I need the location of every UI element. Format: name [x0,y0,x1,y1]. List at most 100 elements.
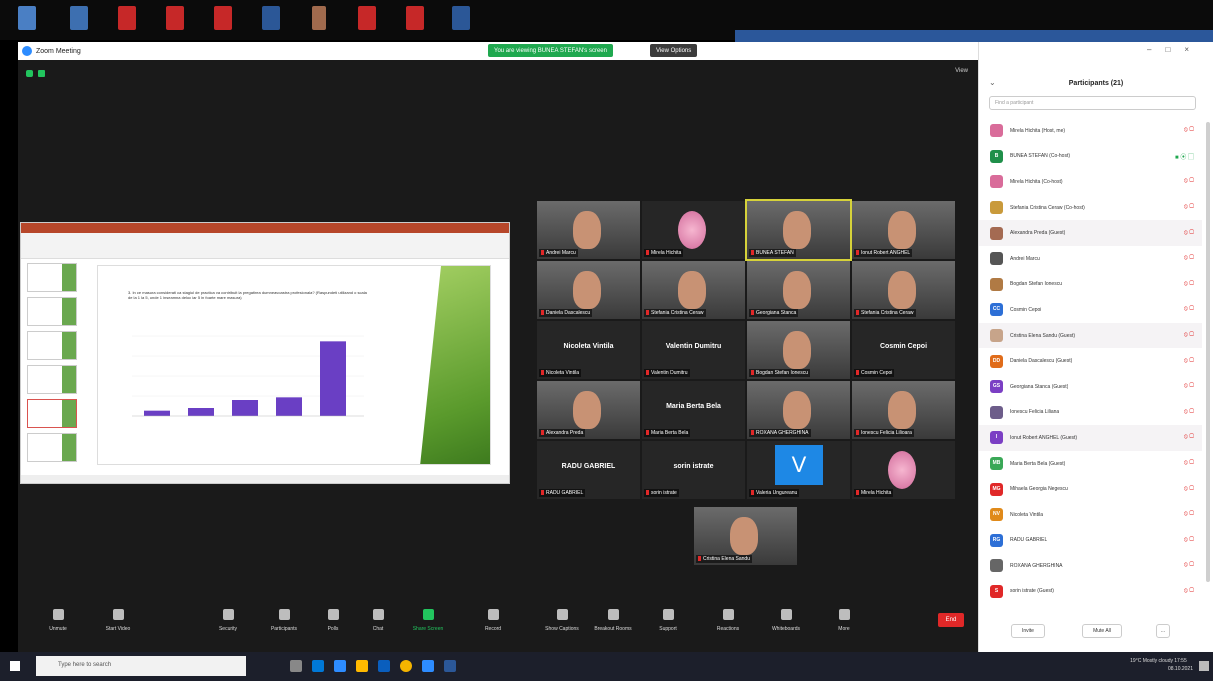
participant-video-tile[interactable]: Ionescu Felicia Lilioara [852,381,955,439]
pdf-file-icon[interactable] [118,6,136,30]
participant-video-tile[interactable]: Andrei Marcu [537,201,640,259]
participant-video-tile[interactable]: Bogdan Stefan Ionescu [747,321,850,379]
task-view-icon[interactable] [290,660,302,672]
participant-row[interactable]: Andrei Marcu ⦸ ▢ [979,246,1202,272]
participant-search-input[interactable]: Find a participant [989,96,1196,110]
toolbar-button-share-screen[interactable]: Share Screen [398,609,458,632]
participant-row[interactable]: Mirela Hichita (Co-host) ⦸ ▢ [979,169,1202,195]
share-screen-icon [422,609,434,620]
pdf-file-icon[interactable] [166,6,184,30]
participant-row[interactable]: RG RADU GABRIEL ⦸ ▢ [979,528,1202,554]
participant-video-tile[interactable]: Stefania Cristina Ceraw [852,261,955,319]
word-file-icon[interactable] [452,6,470,30]
participant-row[interactable]: Bogdan Stefan Ionescu ⦸ ▢ [979,272,1202,298]
toolbar-button-unmute[interactable]: Unmute [28,609,88,632]
toolbar-label: Start Video [105,626,131,632]
participant-face [888,391,916,429]
participant-video-tile[interactable]: Mirela Hichita [642,201,745,259]
pdf-file-icon[interactable] [358,6,376,30]
participant-name: sorin istrate (Guest) [1010,588,1054,595]
participant-video-tile[interactable]: Mirela Hichita [852,441,955,499]
participants-panel: –□× ⌄ Participants (21) Find a participa… [978,42,1213,652]
clock[interactable]: 17:55 08.10.2021 [1168,657,1193,673]
pdf-file-icon[interactable] [214,6,232,30]
participant-video-tile[interactable]: Maria Berta Bela Maria Berta Bela [642,381,745,439]
taskbar-search-input[interactable]: Type here to search [36,656,246,676]
word-taskbar-icon[interactable] [444,660,456,672]
participant-row[interactable]: Cristina Elena Sandu (Guest) ⦸ ▢ [979,322,1202,349]
view-button[interactable]: View [955,68,968,74]
end-meeting-button[interactable]: End [938,613,964,627]
participant-video-tile[interactable]: sorin istrate sorin istrate [642,441,745,499]
participant-video-tile[interactable]: RADU GABRIEL RADU GABRIEL [537,441,640,499]
zoom-taskbar-icon[interactable] [422,660,434,672]
participant-row[interactable]: NV Nicoleta Vintila ⦸ ▢ [979,502,1202,528]
participant-row[interactable]: Stefania Cristina Ceraw (Co-host) ⦸ ▢ [979,195,1202,221]
windows-start-icon[interactable] [10,661,20,671]
edge-icon[interactable] [312,660,324,672]
participant-video-tile[interactable]: Stefania Cristina Ceraw [642,261,745,319]
mic-camera-status-icon: ⦸ ▢ [1183,434,1194,441]
more-options-button[interactable]: ... [1156,624,1170,638]
participant-row[interactable]: DD Daniela Dascalescu (Guest) ⦸ ▢ [979,348,1202,374]
mic-camera-status-icon: ⦸ ▢ [1183,204,1194,211]
participant-row[interactable]: ROXANA GHERGHINA ⦸ ▢ [979,553,1202,579]
participant-video-tile[interactable]: Ionut Robert ANGHEL [852,201,955,259]
participant-video-tile[interactable]: Nicoleta Vintila Nicoleta Vintila [537,321,640,379]
participant-video-tile[interactable]: Cosmin Cepoi Cosmin Cepoi [852,321,955,379]
participant-list: Mirela Hichita (Host, me) ⦸ ▢ B BUNEA STEFA… [979,118,1202,604]
participant-video-tile[interactable]: BUNEA STEFAN [745,199,852,261]
mic-camera-status-icon: ⦸ ▢ [1183,229,1194,236]
avatar [990,226,1003,240]
participant-row[interactable]: Ssorin istrate (Guest) ⦸ ▢ [979,579,1202,605]
toolbar-button-whiteboards[interactable]: Whiteboards [756,609,816,632]
toolbar-button-support[interactable]: Support [638,609,698,632]
connection-stats-icon[interactable] [38,70,45,77]
weather-tray[interactable]: 19°C Mostly cloudy [1130,658,1173,664]
participant-video-tile[interactable]: Cristina Elena Sandu [694,507,797,565]
file-explorer-icon[interactable] [356,660,368,672]
participant-row[interactable]: Alexandra Preda (Guest) ⦸ ▢ [979,220,1202,246]
participant-video-tile[interactable]: Georgiana Stanca [747,261,850,319]
initial-avatar: V [775,445,823,485]
participant-name-label: Cosmin Cepoi [854,369,895,377]
network-icon[interactable] [70,6,88,30]
toolbar-button-start-video[interactable]: Start Video [88,609,148,632]
participant-video-tile[interactable]: ROXANA GHERGHINA [747,381,850,439]
toolbar-button-reactions[interactable]: Reactions [698,609,758,632]
participant-row[interactable]: MB Maria Berta Bela (Guest) ⦸ ▢ [979,451,1202,477]
mail-icon[interactable] [334,660,346,672]
participant-row[interactable]: Mirela Hichita (Host, me) ⦸ ▢ [979,118,1202,144]
view-options-button[interactable]: View Options [650,44,698,57]
chart-bar [188,408,214,416]
toolbar-button-security[interactable]: Security [198,609,258,632]
chrome-icon[interactable] [400,660,412,672]
participant-video-tile[interactable]: Alexandra Preda [537,381,640,439]
participant-video-tile[interactable]: Valentin Dumitru Valentin Dumitru [642,321,745,379]
participant-row[interactable]: GS Georgiana Stanca (Guest) ⦸ ▢ [979,374,1202,400]
participant-row[interactable]: B BUNEA STEFAN (Co-host) ■ ⦿ ▢ [979,144,1202,170]
scrollbar[interactable] [1206,122,1210,582]
word-file-icon[interactable] [262,6,280,30]
participant-video-tile[interactable]: Daniela Dascalescu [537,261,640,319]
participant-row[interactable]: I Ionut Robert ANGHEL (Guest) ⦸ ▢ [979,425,1202,451]
participant-row[interactable]: CC Cosmin Cepoi ⦸ ▢ [979,297,1202,323]
notification-icon[interactable] [1199,661,1209,671]
store-icon[interactable] [378,660,390,672]
participant-name: ROXANA GHERGHINA [1010,562,1063,569]
participant-row[interactable]: MG Mihaela Georgia Negescu ⦸ ▢ [979,476,1202,502]
participant-video-tile[interactable]: V Valeria Ungureanu [747,441,850,499]
folder-icon[interactable] [18,6,36,30]
window-controls[interactable]: –□× [1147,45,1203,54]
toolbar-label: Unmute [49,626,67,632]
shield-icon[interactable] [26,70,33,77]
participant-row[interactable]: Ionescu Felicia Liliana ⦸ ▢ [979,400,1202,426]
mute-all-button[interactable]: Mute All [1082,624,1122,638]
image-file-icon[interactable] [312,6,326,30]
invite-button[interactable]: Invite [1011,624,1045,638]
toolbar-button-breakout-rooms[interactable]: Breakout Rooms [583,609,643,632]
pdf-file-icon[interactable] [406,6,424,30]
toolbar-button-more[interactable]: More [814,609,874,632]
zoom-app-icon [22,46,32,56]
toolbar-button-record[interactable]: Record [463,609,523,632]
